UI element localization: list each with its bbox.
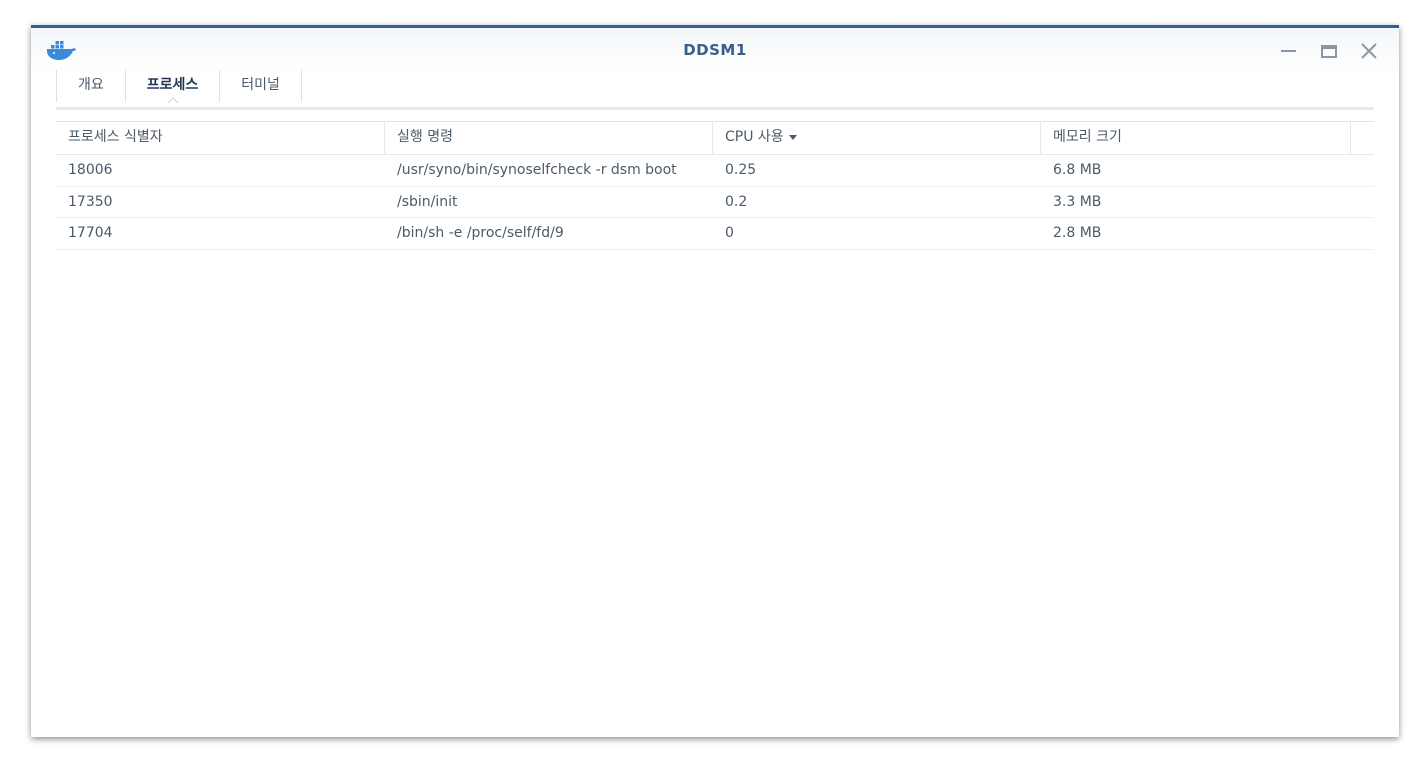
close-icon[interactable] (1358, 40, 1380, 62)
column-header-pid[interactable]: 프로세스 식별자 (56, 122, 385, 154)
column-header-label: 메모리 크기 (1053, 129, 1122, 145)
cell-memory: 3.3 MB (1053, 193, 1102, 210)
app-window: DDSM1 개요 프로세스 터미널 프로세스 식별자 실행 명령 CPU 사용 … (31, 25, 1399, 737)
table-header: 프로세스 식별자 실행 명령 CPU 사용 메모리 크기 (56, 121, 1374, 155)
tab-bar: 개요 프로세스 터미널 (56, 70, 302, 104)
cell-memory: 2.8 MB (1053, 225, 1102, 241)
cell-command: /usr/syno/bin/synoselfcheck -r dsm boot (397, 162, 677, 178)
column-header-label: 실행 명령 (397, 129, 453, 145)
cell-command: /bin/sh -e /proc/self/fd/9 (397, 225, 564, 241)
cell-cpu: 0.2 (725, 193, 748, 210)
tab-divider (56, 107, 1374, 110)
minimize-icon[interactable] (1278, 40, 1300, 62)
tab-process[interactable]: 프로세스 (124, 70, 220, 104)
cell-command: /sbin/init (397, 193, 458, 210)
title-bar[interactable]: DDSM1 (31, 28, 1399, 72)
table-row[interactable]: 18006 /usr/syno/bin/synoselfcheck -r dsm… (56, 155, 1374, 187)
table-row[interactable]: 17350 /sbin/init 0.2 3.3 MB (56, 187, 1374, 218)
column-header-memory[interactable]: 메모리 크기 (1041, 122, 1351, 154)
tab-overview[interactable]: 개요 (56, 70, 125, 102)
cell-cpu: 0 (725, 225, 734, 241)
maximize-icon[interactable] (1318, 40, 1340, 62)
column-header-label: CPU 사용 (725, 129, 784, 145)
table-row[interactable]: 17704 /bin/sh -e /proc/self/fd/9 0 2.8 M… (56, 218, 1374, 250)
column-header-command[interactable]: 실행 명령 (385, 122, 713, 154)
cell-cpu: 0.25 (725, 162, 757, 178)
cell-pid: 17704 (68, 225, 113, 241)
window-title: DDSM1 (683, 41, 747, 59)
process-table: 프로세스 식별자 실행 명령 CPU 사용 메모리 크기 18006 /usr/… (56, 121, 1374, 250)
cell-pid: 17350 (68, 193, 113, 210)
column-header-cpu[interactable]: CPU 사용 (713, 122, 1041, 154)
tab-terminal[interactable]: 터미널 (219, 70, 302, 102)
column-header-label: 프로세스 식별자 (68, 129, 163, 145)
sort-desc-icon (788, 134, 797, 140)
column-header-filler (1351, 122, 1374, 154)
cell-memory: 6.8 MB (1053, 162, 1102, 178)
cell-pid: 18006 (68, 162, 113, 178)
